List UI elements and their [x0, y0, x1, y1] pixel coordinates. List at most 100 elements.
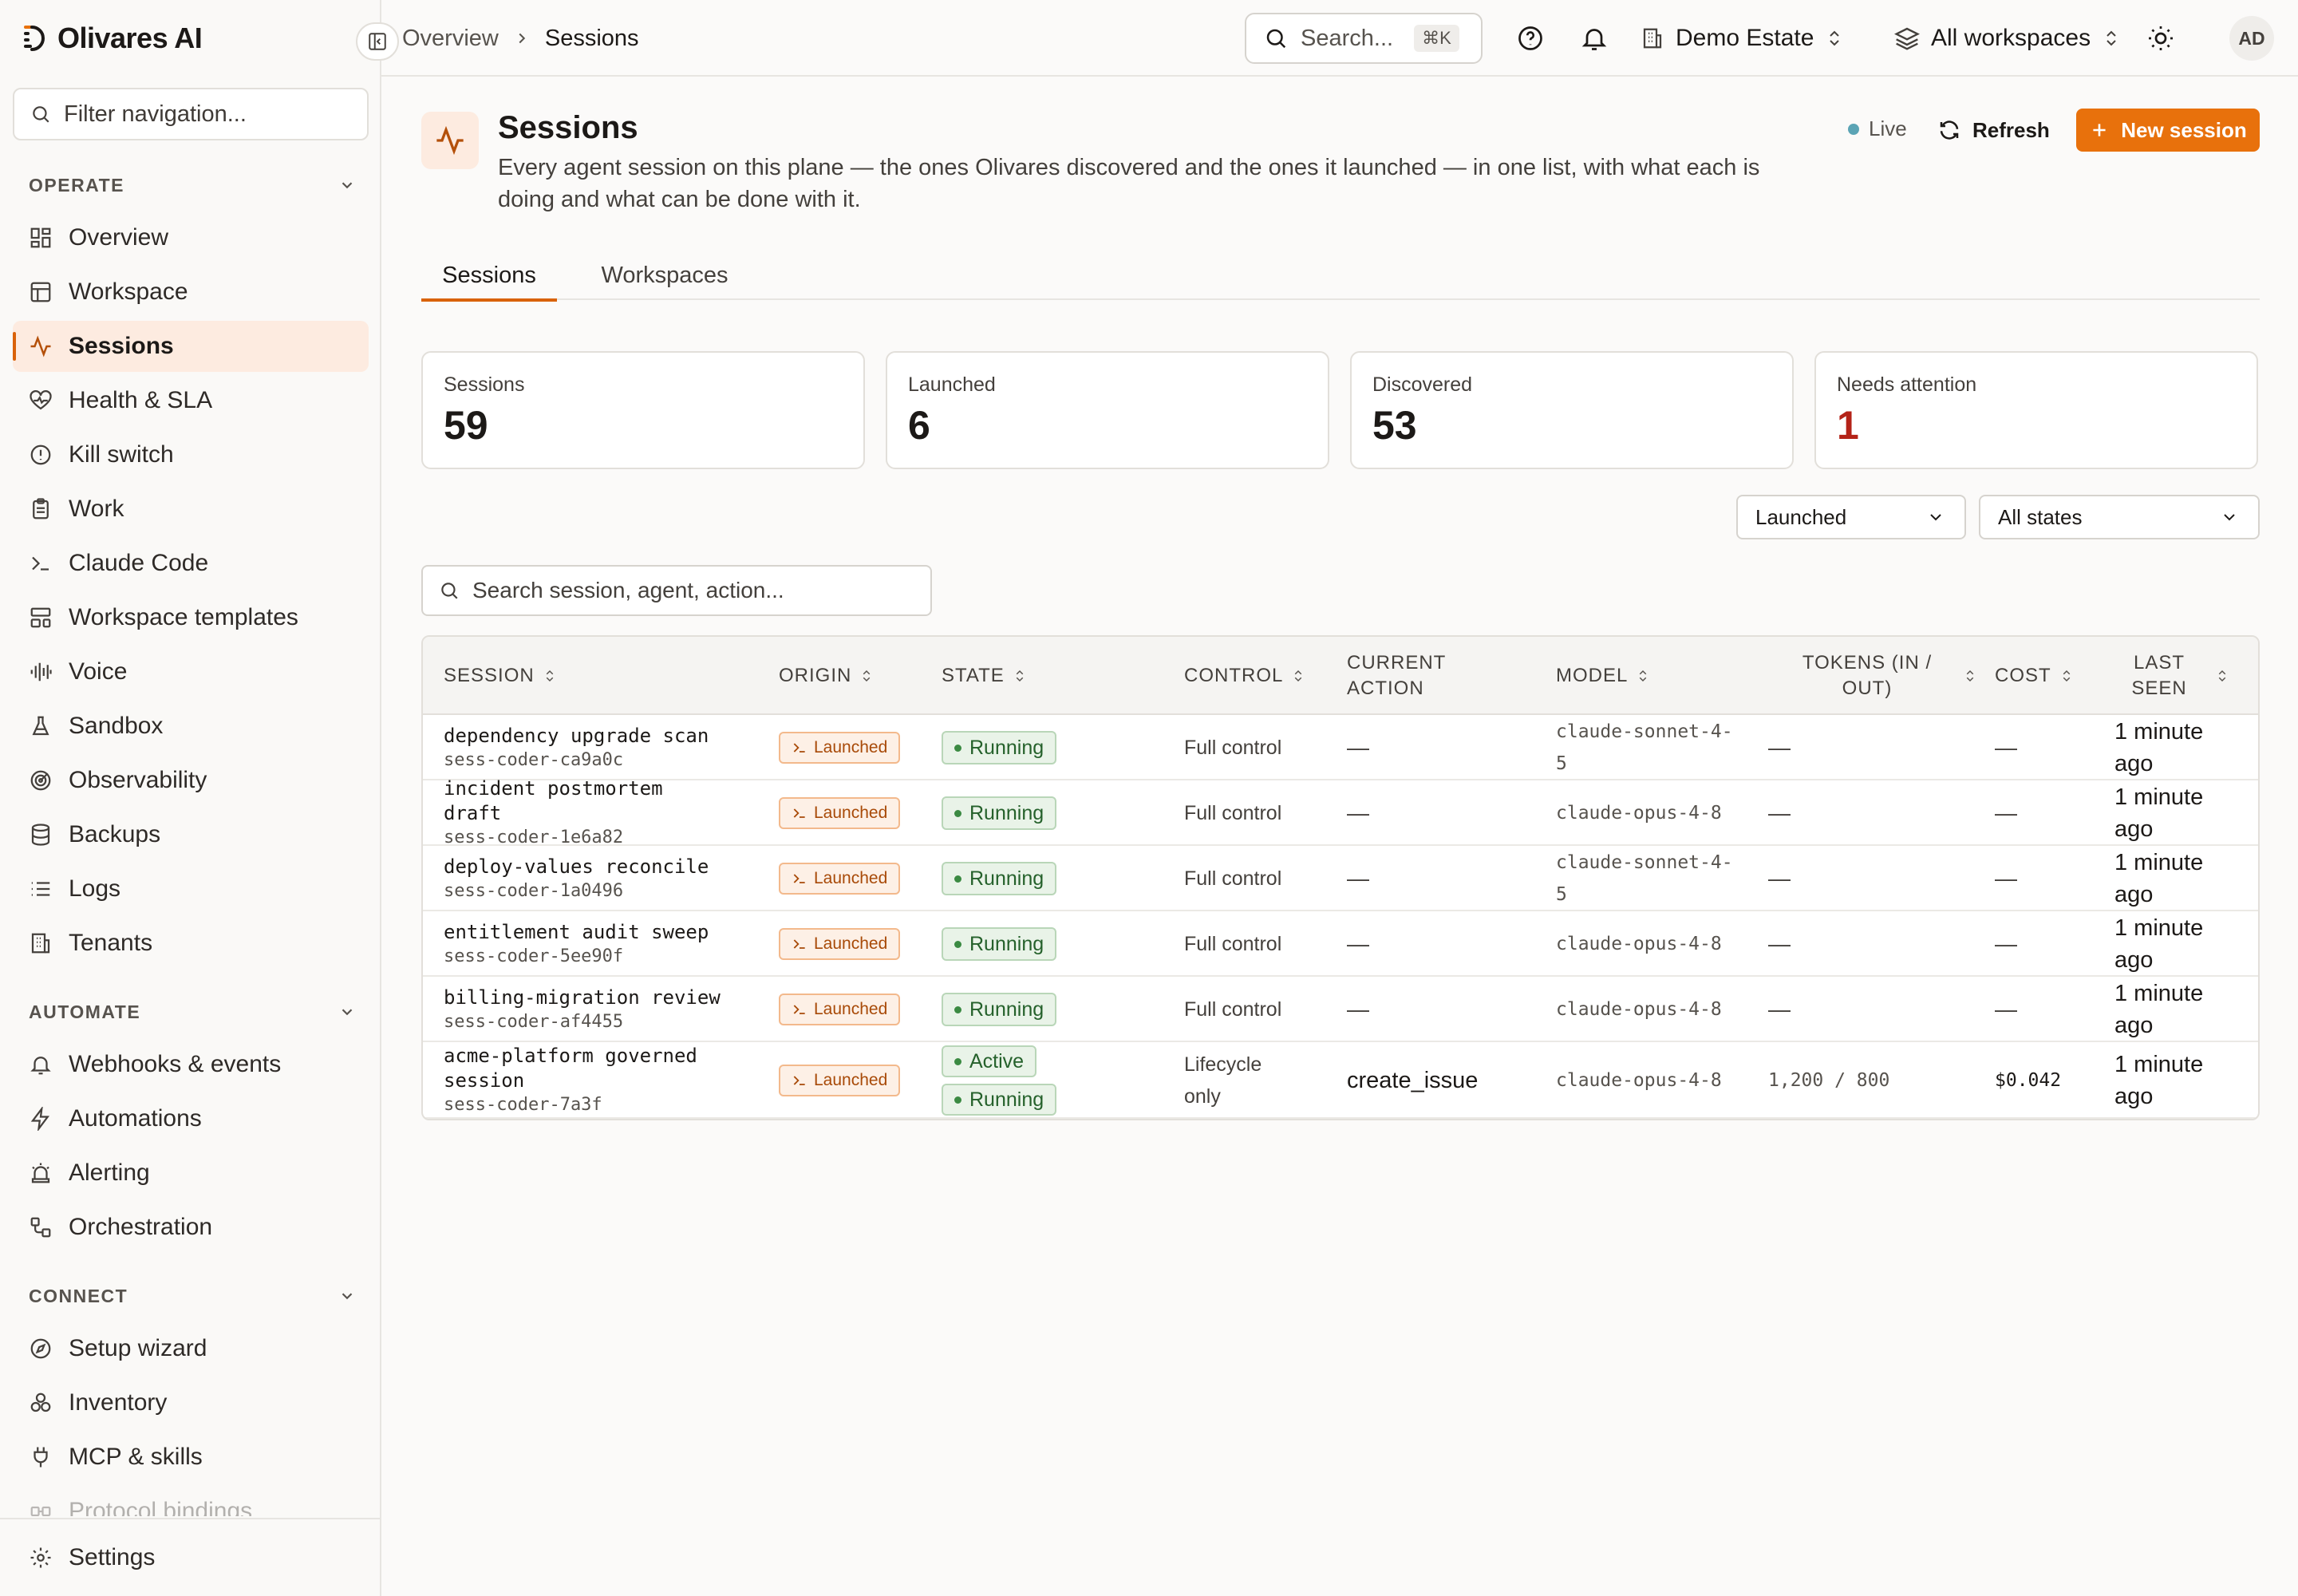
table-row[interactable]: acme-platform governed session sess-coder…: [423, 1042, 2258, 1119]
radar-icon: [30, 770, 51, 791]
refresh-button[interactable]: Refresh: [1937, 112, 2050, 148]
column-header-state[interactable]: STATE: [942, 637, 1027, 715]
session-name[interactable]: dependency upgrade scan: [444, 724, 731, 749]
current-action-value: —: [1347, 997, 1369, 1021]
activity-icon: [436, 125, 464, 156]
table-row[interactable]: deploy-values reconcile sess-coder-1a0496…: [423, 846, 2258, 911]
sidebar-item-mcp-skills[interactable]: MCP & skills: [13, 1432, 369, 1483]
bell-icon: [30, 1057, 51, 1075]
sidebar-item-label: Overview: [69, 224, 169, 251]
building-icon: [1643, 28, 1662, 49]
table-row[interactable]: dependency upgrade scan sess-coder-ca9a0c…: [423, 715, 2258, 780]
origin-cell: Launched: [779, 1042, 901, 1119]
model-value: claude-opus-4-8: [1556, 934, 1722, 954]
sort-icon: [1640, 670, 1647, 682]
tokens-value: —: [1768, 931, 1791, 956]
stat-label: Launched: [908, 373, 996, 396]
sidebar-item-alerting[interactable]: Alerting: [13, 1148, 369, 1199]
sidebar-item-sandbox[interactable]: Sandbox: [13, 701, 369, 752]
current-action-cell: —: [1347, 715, 1369, 780]
session-name[interactable]: acme-platform governed session: [444, 1044, 731, 1093]
nav-section-connect[interactable]: CONNECT: [29, 1280, 356, 1312]
sidebar-item-logs[interactable]: Logs: [13, 863, 369, 915]
session-name[interactable]: billing-migration review: [444, 986, 731, 1010]
sidebar-item-kill-switch[interactable]: Kill switch: [13, 429, 369, 480]
nav-list[interactable]: OPERATE Overview Workspace Sessions Heal…: [0, 160, 380, 1516]
status-dot: [954, 1057, 961, 1065]
refresh-icon: [1940, 120, 1959, 140]
sun-icon[interactable]: [2146, 24, 2175, 53]
nav-section-label: OPERATE: [29, 174, 124, 196]
column-header-control[interactable]: CONTROL: [1184, 637, 1305, 715]
sidebar-item-inventory[interactable]: Inventory: [13, 1377, 369, 1428]
origin-cell: Launched: [779, 780, 901, 846]
sidebar-item-health[interactable]: Health & SLA: [13, 375, 369, 426]
sort-icon: [2063, 670, 2070, 682]
sidebar-item-webhooks[interactable]: Webhooks & events: [13, 1039, 369, 1090]
sidebar-item-overview[interactable]: Overview: [13, 212, 369, 263]
nav-section-label: CONNECT: [29, 1285, 128, 1306]
plug-icon: [34, 1447, 48, 1468]
binding-icon: [30, 1506, 51, 1516]
sidebar-item-orchestration[interactable]: Orchestration: [13, 1202, 369, 1253]
tab-workspaces[interactable]: Workspaces: [581, 251, 748, 300]
column-header-origin[interactable]: ORIGIN: [779, 637, 874, 715]
sidebar-item-settings[interactable]: Settings: [13, 1532, 369, 1583]
nav-section-operate[interactable]: OPERATE: [29, 169, 356, 201]
new-session-button[interactable]: New session: [2076, 109, 2260, 152]
help-icon[interactable]: [1516, 24, 1545, 53]
last-seen-value: 1 minute ago: [2114, 850, 2204, 907]
current-action-value: —: [1347, 931, 1369, 956]
bell-icon[interactable]: [1580, 24, 1609, 53]
table-row[interactable]: incident postmortem draft sess-coder-1e6a…: [423, 777, 2258, 847]
sidebar-item-work[interactable]: Work: [13, 484, 369, 535]
sidebar-item-observability[interactable]: Observability: [13, 755, 369, 806]
status-dot: [954, 809, 961, 817]
state-badge: Running: [942, 1084, 1057, 1116]
table-search[interactable]: [421, 565, 932, 616]
sidebar-item-automations[interactable]: Automations: [13, 1093, 369, 1144]
sidebar-item-voice[interactable]: Voice: [13, 646, 369, 697]
nav-filter[interactable]: [13, 88, 369, 140]
state-cell: Running: [942, 911, 1057, 977]
column-header-session[interactable]: SESSION: [444, 637, 557, 715]
table-row[interactable]: billing-migration review sess-coder-af445…: [423, 977, 2258, 1042]
sidebar-item-workspace[interactable]: Workspace: [13, 267, 369, 318]
tab-sessions[interactable]: Sessions: [421, 251, 557, 302]
last-seen-cell: 1 minute ago: [2114, 846, 2234, 911]
search-icon: [1266, 29, 1286, 49]
table-search-input[interactable]: [472, 578, 919, 603]
workspace-selector[interactable]: All workspaces: [1894, 18, 2121, 59]
sidebar-item-protocol-bindings[interactable]: Protocol bindings: [13, 1486, 369, 1516]
global-search-button[interactable]: Search... ⌘K: [1245, 13, 1483, 64]
session-name[interactable]: entitlement audit sweep: [444, 920, 731, 945]
table-row[interactable]: entitlement audit sweep sess-coder-5ee90f…: [423, 911, 2258, 977]
sort-icon: [1295, 670, 1302, 682]
column-header-model[interactable]: MODEL: [1556, 637, 1650, 715]
breadcrumb-overview[interactable]: Overview: [402, 26, 499, 52]
session-name[interactable]: incident postmortem draft: [444, 776, 731, 826]
sidebar-item-sessions[interactable]: Sessions: [13, 321, 369, 372]
page-title: Sessions: [498, 110, 638, 145]
brand[interactable]: Olivares AI: [22, 18, 203, 59]
column-header-cost[interactable]: COST: [1995, 637, 2074, 715]
origin-filter-select[interactable]: Launched: [1736, 495, 1966, 539]
sidebar-item-tenants[interactable]: Tenants: [13, 918, 369, 969]
sidebar-item-claude-code[interactable]: Claude Code: [13, 538, 369, 589]
column-header-last-seen[interactable]: LAST SEEN: [2111, 637, 2247, 715]
state-filter-select[interactable]: All states: [1979, 495, 2260, 539]
nav-section-automate[interactable]: AUTOMATE: [29, 996, 356, 1028]
control-value: Full control: [1184, 737, 1282, 759]
avatar[interactable]: AD: [2229, 16, 2274, 61]
sidebar-collapse-button[interactable]: [356, 22, 399, 61]
sidebar-item-workspace-templates[interactable]: Workspace templates: [13, 592, 369, 643]
current-action-cell: —: [1347, 977, 1369, 1042]
status-dot: [954, 1096, 961, 1104]
activity-icon: [30, 335, 51, 358]
sidebar-item-setup-wizard[interactable]: Setup wizard: [13, 1323, 369, 1374]
sidebar-item-backups[interactable]: Backups: [13, 809, 369, 860]
nav-filter-input[interactable]: [64, 101, 351, 128]
estate-selector[interactable]: Demo Estate: [1641, 18, 1844, 59]
session-name[interactable]: deploy-values reconcile: [444, 855, 731, 879]
column-header-tokens[interactable]: TOKENS (IN / OUT): [1779, 637, 1987, 715]
